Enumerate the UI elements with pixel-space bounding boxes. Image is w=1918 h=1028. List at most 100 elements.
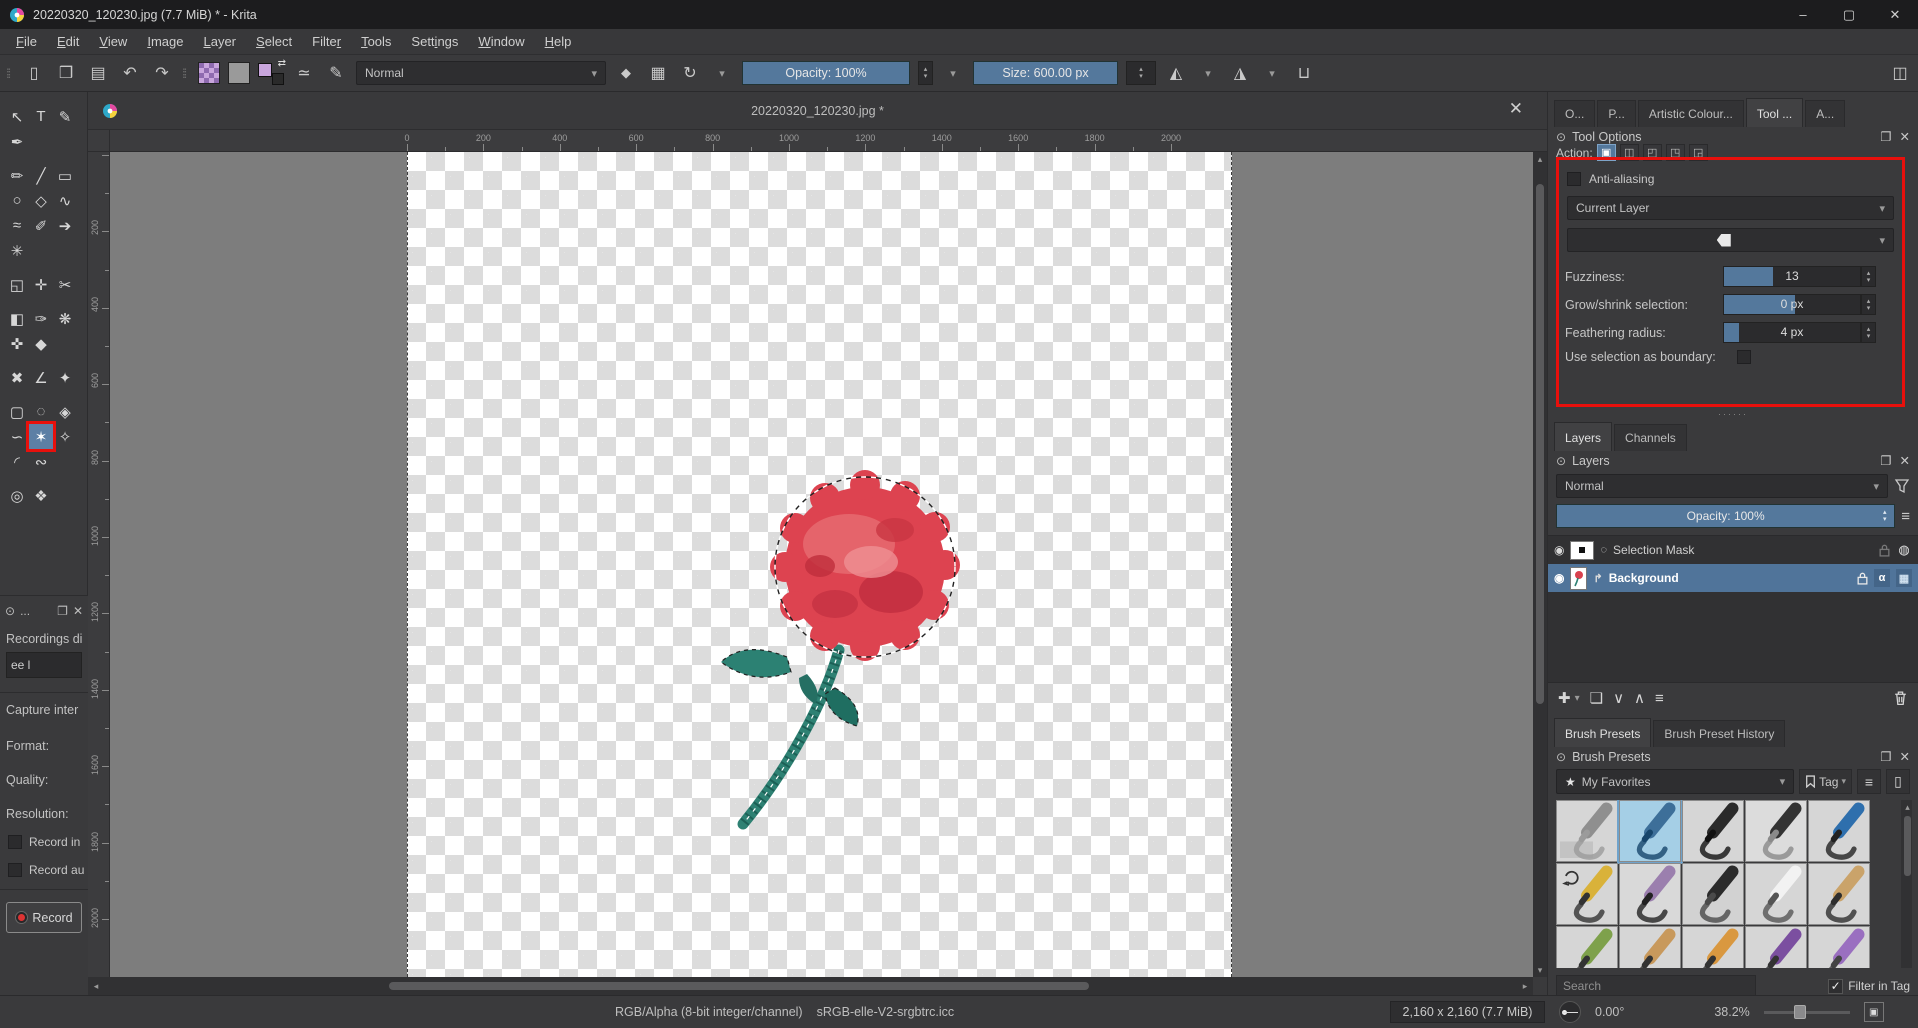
close-icon[interactable]: ✕ bbox=[73, 604, 83, 618]
horizontal-scroll-thumb[interactable] bbox=[389, 982, 1089, 990]
undo-icon[interactable]: ↶ bbox=[118, 60, 142, 86]
scroll-left-icon[interactable]: ◂ bbox=[88, 979, 104, 993]
preserve-alpha-icon[interactable]: ▦ bbox=[646, 60, 670, 86]
canvas-viewport[interactable] bbox=[110, 152, 1533, 977]
docker-resize-grip[interactable]: ······ bbox=[1548, 411, 1918, 417]
brush-search-input[interactable] bbox=[1556, 975, 1756, 997]
add-layer-icon[interactable]: ✚ bbox=[1558, 689, 1571, 707]
zoom-fit-button[interactable]: ▣ bbox=[1864, 1002, 1884, 1022]
inherit-alpha-icon[interactable]: ▦ bbox=[1896, 569, 1912, 587]
blending-mode-dropdown[interactable]: Normal▾ bbox=[356, 61, 606, 85]
brush-preset[interactable] bbox=[1619, 800, 1681, 862]
layer-options-menu-icon[interactable]: ≡ bbox=[1901, 508, 1910, 525]
tool-polyline[interactable]: ∿ bbox=[53, 188, 77, 213]
tool-edit-shapes[interactable]: ✎ bbox=[53, 104, 77, 129]
tool-freehand-brush[interactable]: ✏ bbox=[5, 163, 29, 188]
move-layer-down-icon[interactable]: ∨ bbox=[1613, 689, 1624, 707]
tool-zoom[interactable]: ◎ bbox=[5, 483, 29, 508]
close-document-icon[interactable]: ✕ bbox=[1509, 99, 1523, 119]
panel-tab-tool[interactable]: Tool ... bbox=[1746, 98, 1803, 127]
tool-multibrush[interactable]: ✳ bbox=[5, 238, 29, 263]
menu-window[interactable]: Window bbox=[468, 30, 534, 53]
brush-preset[interactable] bbox=[1808, 863, 1870, 925]
canvas-rotation-knob[interactable] bbox=[1559, 1001, 1581, 1023]
tool-contiguous-select[interactable]: ✶ bbox=[29, 424, 53, 449]
lock-icon[interactable]: ⊙ bbox=[1556, 130, 1566, 144]
tool-elliptical-select[interactable]: ◌ bbox=[29, 399, 53, 424]
tool-pattern-edit[interactable]: ❋ bbox=[53, 306, 77, 331]
new-document-icon[interactable]: ▯ bbox=[22, 60, 46, 86]
lock-icon[interactable]: ⊙ bbox=[1556, 454, 1566, 468]
brush-editor-icon[interactable]: ✎ bbox=[324, 60, 348, 86]
tool-transform[interactable]: ◱ bbox=[5, 272, 29, 297]
panel-tab-artistic-colour[interactable]: Artistic Colour... bbox=[1638, 100, 1744, 127]
toolbar-grip[interactable]: ⁞⁞ bbox=[182, 66, 190, 81]
chevron-down-icon[interactable]: ▾ bbox=[1260, 60, 1284, 86]
chevron-down-icon[interactable]: ▾ bbox=[710, 60, 734, 86]
tool-line[interactable]: ╱ bbox=[29, 163, 53, 188]
tool-measure[interactable]: ∠ bbox=[29, 365, 53, 390]
thumbnail-view-icon[interactable]: ▯ bbox=[1886, 769, 1910, 794]
menu-view[interactable]: View bbox=[89, 30, 137, 53]
panel-tab-a[interactable]: A... bbox=[1805, 100, 1845, 127]
zoom-slider[interactable] bbox=[1764, 1004, 1850, 1020]
panel-tab-o[interactable]: O... bbox=[1554, 100, 1595, 127]
tool-polygonal-select[interactable]: ◈ bbox=[53, 399, 77, 424]
close-icon[interactable]: ✕ bbox=[1900, 749, 1910, 764]
lock-icon[interactable] bbox=[1857, 572, 1868, 585]
tab-channels[interactable]: Channels bbox=[1614, 424, 1687, 451]
vertical-scroll-thumb[interactable] bbox=[1536, 184, 1544, 704]
pattern-chooser[interactable] bbox=[228, 62, 250, 84]
tool-similar-color-select[interactable]: ✧ bbox=[53, 424, 77, 449]
visibility-eye-icon[interactable]: ◉ bbox=[1554, 571, 1564, 585]
tag-dropdown[interactable]: ▾ bbox=[1567, 228, 1894, 252]
feathering-spinner[interactable]: ▴▾ bbox=[1861, 322, 1876, 343]
vertical-scrollbar[interactable]: ▴ ▾ bbox=[1533, 152, 1547, 977]
menu-file[interactable]: File bbox=[6, 30, 47, 53]
tab-layers[interactable]: Layers bbox=[1554, 422, 1612, 451]
brush-preset[interactable] bbox=[1808, 926, 1870, 968]
brush-preset[interactable] bbox=[1745, 863, 1807, 925]
tool-move[interactable]: ✛ bbox=[29, 272, 53, 297]
brush-preset[interactable] bbox=[1745, 800, 1807, 862]
workspace-chooser-icon[interactable]: ◫ bbox=[1888, 60, 1912, 86]
horizontal-scrollbar[interactable]: ◂ ▸ bbox=[88, 977, 1533, 995]
move-layer-up-icon[interactable]: ∧ bbox=[1634, 689, 1645, 707]
menu-help[interactable]: Help bbox=[535, 30, 582, 53]
fuzziness-slider[interactable]: 13 bbox=[1723, 266, 1861, 287]
scroll-right-icon[interactable]: ▸ bbox=[1517, 979, 1533, 993]
tool-fill[interactable]: ◆ bbox=[29, 331, 53, 356]
boundary-checkbox[interactable] bbox=[1737, 350, 1751, 364]
tag-filter-dropdown[interactable]: ★ My Favorites ▾ bbox=[1556, 769, 1794, 794]
brush-scroll-thumb[interactable] bbox=[1904, 816, 1911, 876]
brush-preset[interactable] bbox=[1682, 863, 1744, 925]
tool-rectangular-select[interactable]: ▢ bbox=[5, 399, 29, 424]
layer-properties-icon[interactable]: ≡ bbox=[1655, 690, 1664, 707]
brush-grid-scrollbar[interactable]: ▴ bbox=[1901, 800, 1912, 968]
tab-brush-preset-history[interactable]: Brush Preset History bbox=[1653, 720, 1785, 747]
minimize-button[interactable]: – bbox=[1780, 0, 1826, 29]
layer-opacity-slider[interactable]: Opacity: 100% ▴▾ bbox=[1556, 504, 1895, 528]
tool-crop[interactable]: ✂ bbox=[53, 272, 77, 297]
close-icon[interactable]: ✕ bbox=[1900, 453, 1910, 468]
tool-rectangle[interactable]: ▭ bbox=[53, 163, 77, 188]
delete-layer-trash-icon[interactable] bbox=[1893, 690, 1908, 706]
tool-ellipse[interactable]: ○ bbox=[5, 188, 29, 213]
duplicate-layer-icon[interactable]: ❏ bbox=[1590, 689, 1603, 707]
eraser-mode-icon[interactable]: ◆ bbox=[614, 60, 638, 86]
mirror-vertical-icon[interactable]: ◮ bbox=[1228, 60, 1252, 86]
tool-gradient[interactable]: ◧ bbox=[5, 306, 29, 331]
brush-preset[interactable] bbox=[1682, 926, 1744, 968]
tool-pan[interactable]: ❖ bbox=[29, 483, 53, 508]
document-canvas[interactable] bbox=[407, 152, 1232, 977]
float-icon[interactable]: ❐ bbox=[57, 604, 68, 618]
chevron-down-icon[interactable]: ▾ bbox=[1575, 693, 1580, 704]
alpha-lock-icon[interactable]: α bbox=[1874, 569, 1890, 587]
menu-settings[interactable]: Settings bbox=[401, 30, 468, 53]
menu-select[interactable]: Select bbox=[246, 30, 302, 53]
close-button[interactable]: ✕ bbox=[1872, 0, 1918, 29]
tool-freehand-select[interactable]: ∽ bbox=[5, 424, 29, 449]
redo-icon[interactable]: ↷ bbox=[150, 60, 174, 86]
lock-icon[interactable]: ⊙ bbox=[1556, 750, 1566, 764]
brush-preset[interactable] bbox=[1808, 800, 1870, 862]
